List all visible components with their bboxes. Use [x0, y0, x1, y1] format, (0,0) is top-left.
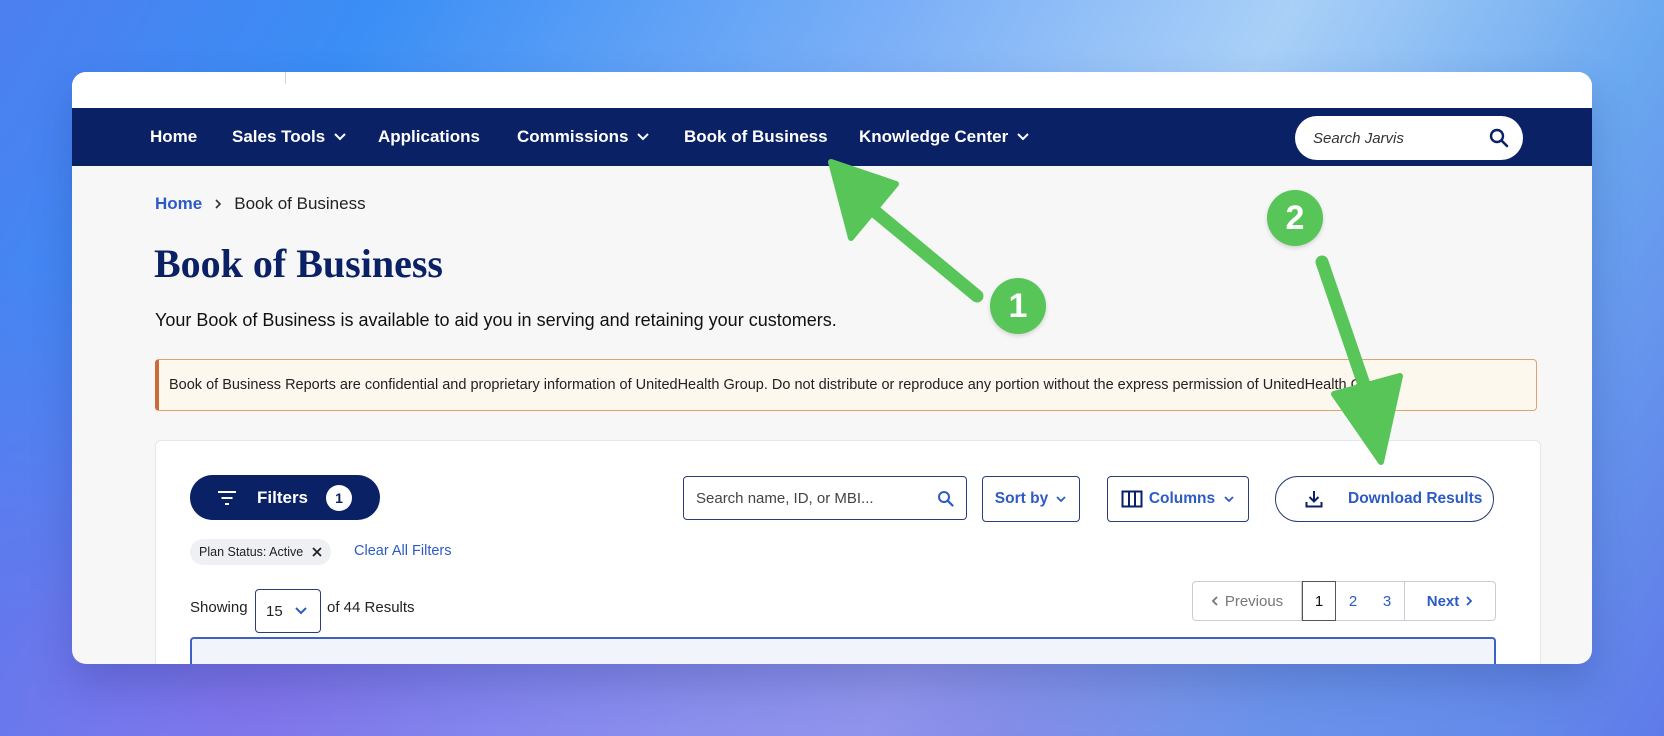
annotation-step-1: 1	[990, 278, 1046, 334]
annotation-arrows	[828, 159, 1403, 465]
annotation-arrow-2	[1315, 255, 1403, 465]
annotation-step-2: 2	[1267, 190, 1323, 246]
annotation-arrow-1	[828, 159, 984, 303]
